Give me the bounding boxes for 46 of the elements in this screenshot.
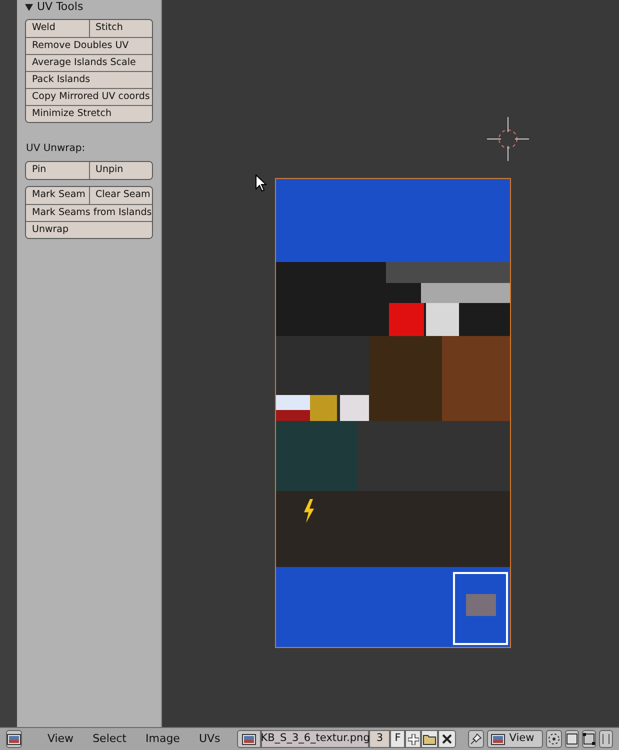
tool-button[interactable]: Pack Islands — [26, 72, 152, 88]
image-icon — [7, 734, 21, 744]
image-icon — [491, 734, 506, 744]
view-mode-dropdown[interactable]: View — [487, 730, 543, 748]
user-count-button[interactable]: 3 — [369, 730, 390, 748]
image-browse-button[interactable] — [237, 730, 262, 748]
tool-button[interactable]: Mark Seams from Islands — [26, 205, 152, 221]
pin-button[interactable] — [468, 730, 484, 748]
tool-button[interactable]: Minimize Stretch — [26, 106, 152, 122]
new-image-button[interactable] — [405, 730, 422, 748]
fake-user-button[interactable]: F — [390, 730, 406, 748]
image-icon — [242, 734, 256, 744]
edge-icon — [600, 733, 612, 745]
tool-button[interactable]: Stitch — [88, 20, 152, 37]
unlink-button[interactable] — [438, 730, 456, 748]
tool-button[interactable]: Clear Seam — [88, 187, 152, 204]
vertex-icon — [583, 733, 595, 745]
editor-type-button[interactable] — [6, 730, 22, 748]
section-label: UV Unwrap: — [25, 142, 86, 156]
sync-selection-button[interactable] — [565, 730, 579, 748]
pivot-point-button[interactable] — [546, 730, 562, 748]
tool-button[interactable]: Mark Seam — [26, 187, 88, 204]
close-icon — [442, 734, 452, 744]
image-name-field[interactable]: KB_S_3_6_textur.png — [261, 730, 370, 748]
tool-button[interactable]: Unpin — [88, 162, 152, 179]
tool-button[interactable]: Unwrap — [26, 222, 152, 238]
menu-item[interactable]: View — [39, 730, 82, 748]
tool-button[interactable]: Weld — [26, 20, 88, 37]
tool-button[interactable]: Average Islands Scale — [26, 55, 152, 71]
tool-button[interactable]: Remove Doubles UV — [26, 38, 152, 54]
panel-title: UV Tools — [37, 0, 84, 16]
mouse-pointer-icon — [255, 174, 267, 192]
vertex-select-button[interactable] — [582, 730, 596, 748]
edge-select-button[interactable] — [599, 730, 613, 748]
cursor-crosshair-icon — [487, 117, 529, 161]
menu-item[interactable]: Image — [138, 730, 188, 748]
pivot-icon — [547, 732, 561, 746]
square-icon — [566, 733, 578, 745]
tool-button[interactable]: Pin — [26, 162, 88, 179]
menu-item[interactable]: UVs — [190, 730, 228, 748]
folder-icon — [423, 734, 436, 744]
plus-icon — [408, 734, 419, 744]
pin-icon — [470, 733, 482, 745]
menu-item[interactable]: Select — [84, 730, 134, 748]
open-folder-button[interactable] — [421, 730, 438, 748]
tool-button[interactable]: Copy Mirrored UV coords — [26, 89, 152, 105]
